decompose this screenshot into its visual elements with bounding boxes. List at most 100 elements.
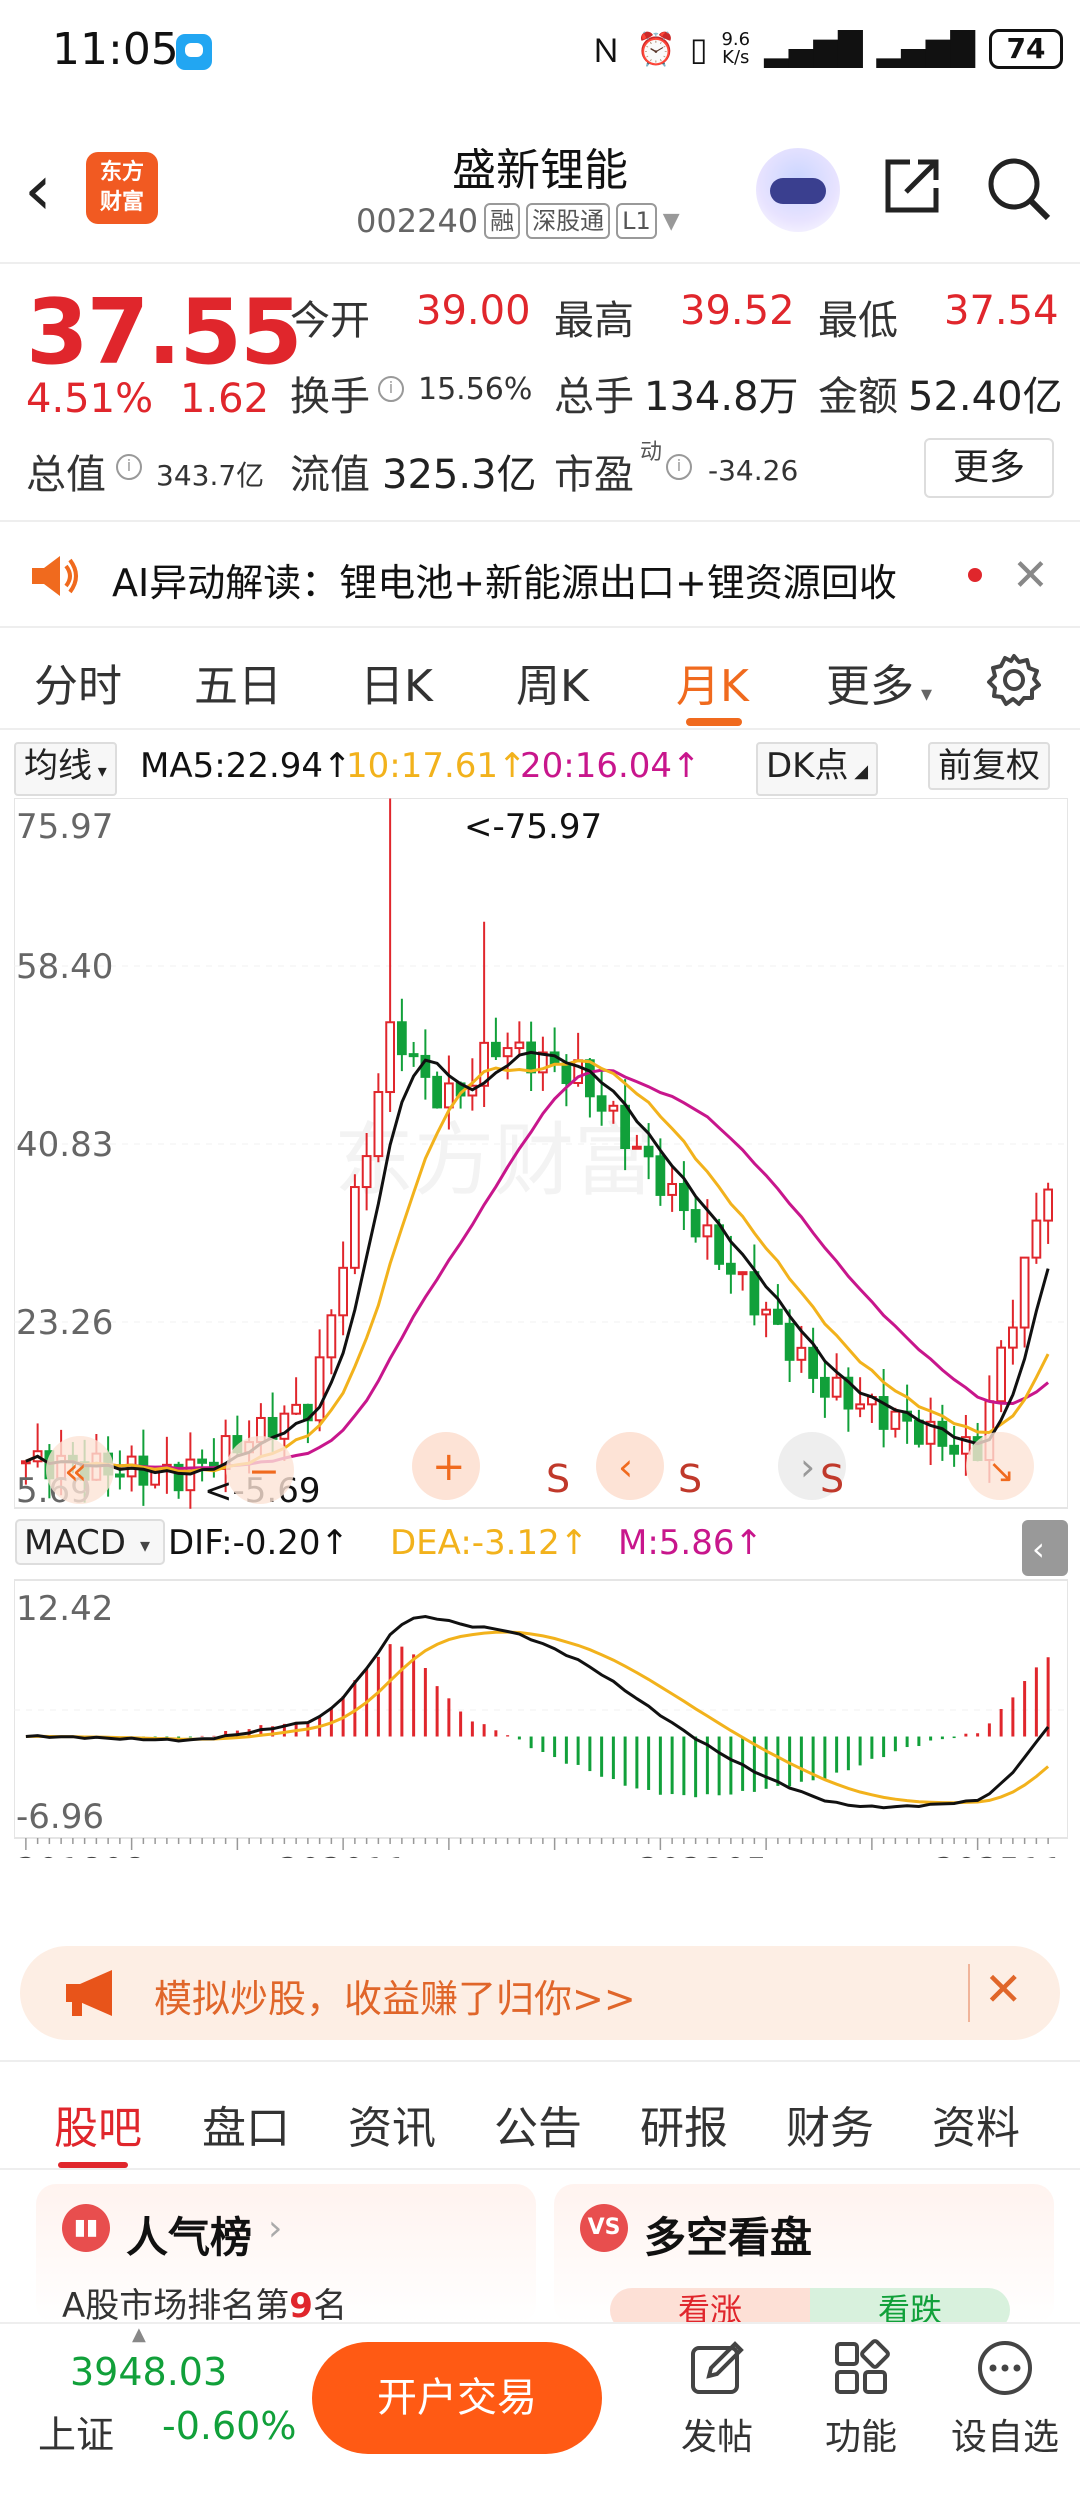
- x-tick-2: 202011: [278, 1851, 408, 1858]
- collapse-panel-button[interactable]: [1022, 1520, 1068, 1576]
- chart-toolbar: 均线 ▾ MA5:22.94↑ 10:17.61↑ 20:16.04↑ DK点 …: [0, 734, 1080, 800]
- volume-label: 总手: [554, 374, 634, 420]
- tab-5day[interactable]: 五日: [194, 650, 282, 714]
- marker-symbol: ‹: [618, 1445, 633, 1489]
- popularity-rank-text: A股市场排名第9名: [62, 2278, 347, 2327]
- active-tab-indicator: [58, 2162, 128, 2168]
- stock-name: 盛新锂能: [452, 145, 628, 196]
- candle-body: [432, 1075, 442, 1109]
- open-account-trade-button[interactable]: 开户交易: [312, 2342, 602, 2454]
- tab-announcements[interactable]: 公告: [494, 2092, 582, 2156]
- speaker-icon: [32, 556, 78, 596]
- dif-value: DIF:-0.20↑: [168, 1523, 349, 1563]
- candle-body: [855, 1403, 865, 1410]
- battery-icon: 74: [988, 29, 1063, 69]
- dea-line: [25, 1630, 1050, 1805]
- add-watchlist-button[interactable]: 设自选: [950, 2338, 1060, 2460]
- candle-body: [514, 1041, 525, 1050]
- functions-button[interactable]: 功能: [806, 2338, 916, 2460]
- alarm-icon: ⏰: [636, 30, 676, 68]
- candle-body: [1008, 1326, 1018, 1349]
- more-quote-button[interactable]: 更多: [924, 438, 1054, 498]
- search-icon[interactable]: [984, 154, 1052, 222]
- candle-body: [949, 1444, 959, 1455]
- candle-body: [667, 1182, 677, 1196]
- tab-weekly[interactable]: 周K: [516, 650, 589, 714]
- candle-body: [585, 1059, 595, 1098]
- vs-icon: VS: [580, 2204, 628, 2252]
- back-button[interactable]: ‹: [24, 150, 74, 230]
- adjust-button[interactable]: 前复权: [928, 742, 1050, 790]
- caret-down-icon: ▾: [92, 761, 107, 782]
- long-short-title: 多空看盘: [644, 2213, 813, 2262]
- info-icon[interactable]: i: [666, 454, 692, 480]
- x-tick-4: 202511: [934, 1851, 1064, 1858]
- popularity-card[interactable]: ▮▮ 人气榜 › A股市场排名第9名: [36, 2184, 536, 2327]
- candle-body: [655, 1155, 666, 1196]
- candle-body: [679, 1182, 689, 1212]
- sell-marker: S: [820, 1457, 844, 1501]
- stock-header: ‹ 东方 财富 盛新锂能 002240 融 深股通 L1 ▼: [0, 110, 1080, 260]
- tab-intraday[interactable]: 分时: [34, 650, 122, 714]
- eastmoney-logo[interactable]: 东方 财富: [86, 152, 158, 224]
- marker-symbol: +: [432, 1444, 466, 1490]
- tab-orderbook[interactable]: 盘口: [202, 2092, 290, 2156]
- amount-value: 52.40亿: [908, 374, 1063, 420]
- candle-body: [326, 1314, 337, 1359]
- ma-select[interactable]: 均线 ▾: [14, 742, 117, 796]
- long-short-card[interactable]: VS 多空看盘 看涨 看跌: [554, 2184, 1054, 2332]
- turnover-label: 换手: [290, 374, 370, 420]
- sim-trading-banner[interactable]: 模拟炒股，收益赚了归你>> ✕: [20, 1946, 1060, 2040]
- chart-bars-icon: ▮▮: [62, 2204, 110, 2252]
- stock-code-row[interactable]: 002240 融 深股通 L1 ▼: [356, 202, 680, 240]
- tab-more[interactable]: 更多 ▾: [826, 650, 932, 714]
- candle-body: [808, 1346, 818, 1379]
- macd-y-tick-low: -6.96: [16, 1797, 104, 1837]
- share-icon[interactable]: [880, 154, 944, 218]
- bottom-bar: ▲ 3948.03 上证 -0.60% 开户交易 发帖 功能 设自选: [0, 2322, 1080, 2504]
- active-tab-indicator: [686, 718, 742, 726]
- candle-body: [338, 1266, 348, 1317]
- close-icon[interactable]: ✕: [984, 1962, 1023, 2016]
- ai-banner[interactable]: AI异动解读：锂电池+新能源出口+锂资源回收 ✕: [0, 520, 1080, 628]
- megaphone-icon: [66, 1970, 112, 2016]
- close-icon[interactable]: ✕: [1012, 550, 1049, 601]
- candle-body: [385, 1021, 395, 1094]
- high-value: 39.52: [680, 288, 795, 334]
- connect-tag: 深股通: [526, 203, 611, 239]
- tab-daily[interactable]: 日K: [360, 650, 433, 714]
- dk-point-button[interactable]: DK点 ◢: [756, 742, 879, 796]
- logo-line-1: 东方: [99, 160, 144, 185]
- index-name[interactable]: 上证: [38, 2404, 114, 2459]
- candle-body: [361, 1155, 372, 1189]
- margin-tag: 融: [484, 203, 521, 239]
- signal-icon: ▂▄▆█: [764, 30, 863, 68]
- tab-profile[interactable]: 资料: [932, 2092, 1020, 2156]
- info-icon[interactable]: i: [378, 376, 404, 402]
- post-button[interactable]: 发帖: [662, 2338, 772, 2460]
- signal-2-icon: ▂▄▆█: [876, 30, 975, 68]
- candle-body: [914, 1419, 924, 1445]
- content-tabs: 股吧 盘口 资讯 公告 研报 财务 资料: [0, 2060, 1080, 2170]
- index-change[interactable]: -0.60%: [162, 2404, 296, 2448]
- info-icon[interactable]: i: [116, 454, 142, 480]
- kline-chart[interactable]: 东方财富 75.97 58.40 40.83 23.26 5.69 <-75.9…: [14, 798, 1068, 1858]
- candle-body: [197, 1458, 207, 1464]
- tab-guba[interactable]: 股吧: [54, 2092, 142, 2156]
- tab-news[interactable]: 资讯: [348, 2092, 436, 2156]
- candle-body: [526, 1041, 536, 1074]
- candle-body: [596, 1095, 607, 1112]
- open-label: 今开: [290, 298, 370, 344]
- candle-body: [737, 1271, 748, 1276]
- level-tag: L1: [616, 203, 657, 239]
- candle-body: [561, 1062, 572, 1085]
- ai-assistant-icon[interactable]: [756, 148, 840, 232]
- status-bar: 11:05 Ｎ ⏰ ▯ 9.6 K/s ▂▄▆█ ▂▄▆█ 74: [0, 0, 1080, 110]
- settings-gear-icon[interactable]: [986, 652, 1042, 708]
- ma5-value: MA5:22.94↑: [140, 746, 352, 786]
- tab-financials[interactable]: 财务: [786, 2092, 874, 2156]
- candle-body: [291, 1403, 301, 1415]
- tab-research[interactable]: 研报: [640, 2092, 728, 2156]
- tab-monthly[interactable]: 月K: [676, 650, 749, 714]
- index-value[interactable]: 3948.03: [70, 2350, 227, 2394]
